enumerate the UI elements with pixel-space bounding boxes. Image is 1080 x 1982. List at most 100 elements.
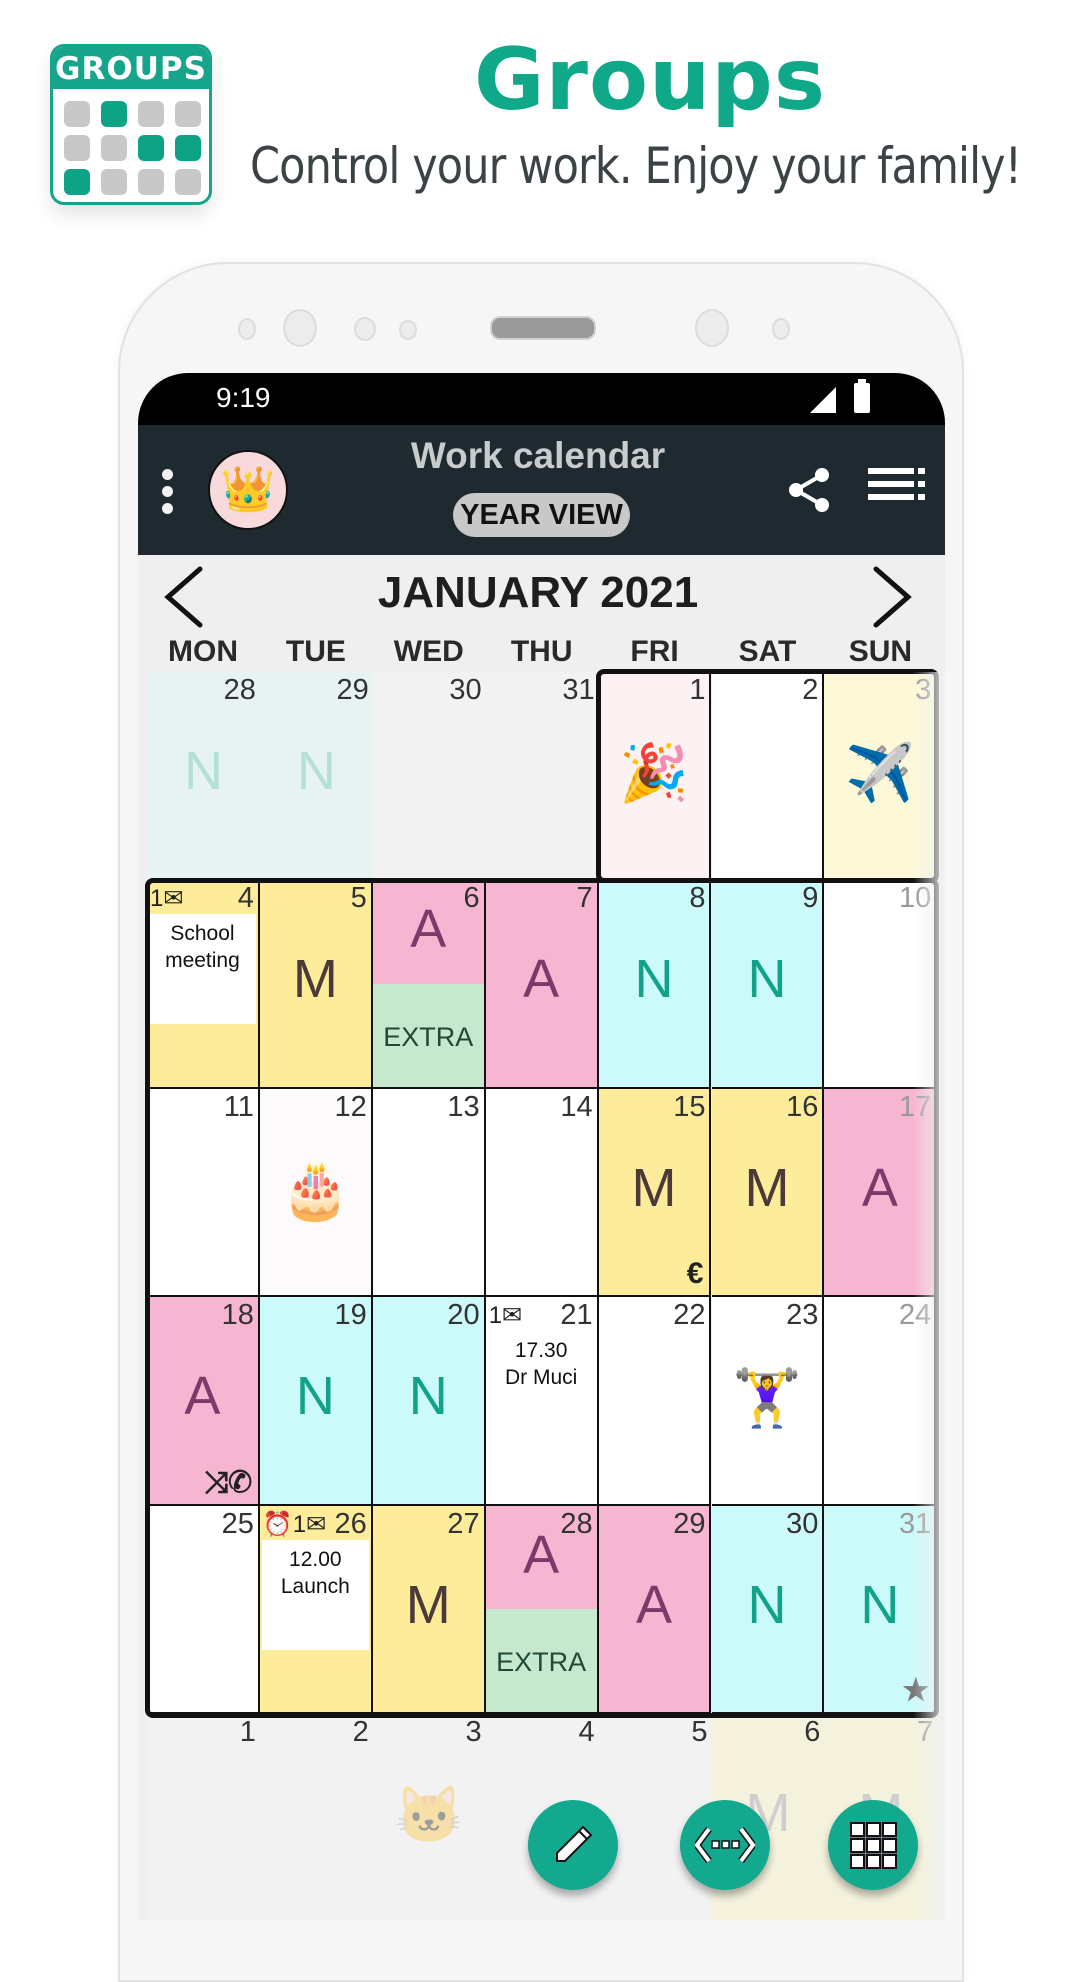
- day-number: 7: [576, 882, 593, 915]
- day-cell[interactable]: N9: [711, 880, 825, 1089]
- day-number: 12: [334, 1090, 367, 1123]
- party-popper-icon: 🎉: [619, 741, 689, 804]
- grid-icon: [850, 1822, 897, 1869]
- next-month-icon[interactable]: [870, 565, 914, 629]
- birthday-cake-icon: 🎂: [280, 1157, 351, 1221]
- shift-label: N: [747, 1574, 787, 1635]
- weightlifter-icon: 🏋️‍♀️: [732, 1366, 802, 1430]
- app-bar: 👑 Work calendar YEAR VIEW: [138, 425, 945, 555]
- day-cell[interactable]: N 19: [259, 1297, 373, 1506]
- day-cell[interactable]: 🎂 12: [259, 1088, 373, 1298]
- day-cell[interactable]: N 28: [147, 672, 260, 881]
- shift-label: M: [744, 1157, 790, 1218]
- iris-camera-icon: [695, 309, 729, 347]
- shift-label: A: [523, 949, 560, 1010]
- day-number: 24: [899, 1299, 932, 1332]
- day-cell[interactable]: N 29: [259, 672, 373, 881]
- weekday-header: FRI: [630, 635, 679, 668]
- day-cell[interactable]: 24: [824, 1297, 938, 1506]
- day-cell[interactable]: N 30: [711, 1505, 825, 1714]
- day-cell[interactable]: 🎉 1: [598, 672, 712, 881]
- day-cell[interactable]: EXTRA A 28: [485, 1505, 599, 1714]
- day-cell[interactable]: N ★ 31: [824, 1505, 938, 1714]
- day-cell[interactable]: A ⤨✆ 18: [147, 1297, 260, 1506]
- overflow-menu-icon[interactable]: [162, 469, 174, 520]
- day-cell[interactable]: M5: [259, 880, 373, 1089]
- grid-view-fab[interactable]: [828, 1800, 918, 1890]
- day-cell[interactable]: 12.00 Launch ⏰1✉ 26: [259, 1505, 373, 1714]
- logo-cell: [138, 169, 164, 195]
- shift-label: A: [184, 1366, 221, 1427]
- day-cell[interactable]: 13: [372, 1088, 486, 1298]
- event-count-badge: ⏰1✉: [262, 1510, 327, 1538]
- day-number: 28: [560, 1507, 593, 1540]
- day-cell[interactable]: 🏋️‍♀️ 23: [711, 1297, 825, 1506]
- shift-label: N: [860, 1574, 900, 1635]
- day-cell[interactable]: M 27: [372, 1505, 486, 1714]
- day-cell[interactable]: M 16: [711, 1088, 825, 1298]
- day-cell[interactable]: A7: [485, 880, 599, 1089]
- promo-title: Groups: [473, 30, 827, 130]
- day-number: 28: [223, 674, 256, 706]
- day-number: 20: [447, 1299, 480, 1332]
- signal-icon: [810, 387, 836, 413]
- day-cell[interactable]: 14: [485, 1088, 599, 1298]
- event-note[interactable]: 17.30 Dr Muci: [486, 1337, 597, 1391]
- day-cell[interactable]: ✈️ 3: [824, 672, 938, 881]
- extra-shift-block: EXTRA: [485, 1608, 597, 1712]
- day-number: 31: [899, 1507, 932, 1540]
- share-icon[interactable]: [784, 465, 834, 515]
- logo-cell: [101, 101, 127, 127]
- logo-calendar-icon: [53, 89, 209, 195]
- status-bar: 9:19: [138, 373, 945, 425]
- day-cell[interactable]: 2: [711, 672, 825, 881]
- shift-label: N: [747, 949, 787, 1010]
- day-cell[interactable]: 25: [147, 1505, 260, 1714]
- logo-cell: [64, 101, 90, 127]
- shift-label: N: [408, 1366, 448, 1427]
- day-cell[interactable]: M €15: [598, 1088, 712, 1298]
- previous-month-icon[interactable]: [162, 565, 206, 629]
- calendar-title[interactable]: Work calendar: [338, 435, 738, 477]
- shift-label: N: [296, 741, 336, 801]
- event-note[interactable]: School meeting: [149, 914, 256, 1025]
- weekday-header: MON: [168, 635, 238, 668]
- day-number: 29: [336, 674, 369, 706]
- day-cell[interactable]: School meeting 1✉ 4: [147, 880, 260, 1089]
- day-cell[interactable]: 31: [485, 672, 599, 881]
- day-cell[interactable]: 2: [259, 1714, 373, 1920]
- year-view-button[interactable]: YEAR VIEW: [453, 493, 630, 537]
- day-cell[interactable]: 11: [147, 1088, 260, 1298]
- day-cell[interactable]: 🐱 3: [372, 1714, 486, 1920]
- day-cell[interactable]: N 20: [372, 1297, 486, 1506]
- day-cell[interactable]: 1: [147, 1714, 260, 1920]
- groups-logo: GROUPS: [50, 44, 212, 205]
- day-cell[interactable]: 22: [598, 1297, 712, 1506]
- day-cell[interactable]: A 29: [598, 1505, 712, 1714]
- sensor-icon: [399, 320, 417, 340]
- edit-fab[interactable]: [528, 1800, 618, 1890]
- day-number: 21: [560, 1299, 593, 1332]
- day-cell[interactable]: N8: [598, 880, 712, 1089]
- shift-label: A: [636, 1574, 673, 1635]
- airplane-icon: ✈️: [844, 741, 915, 804]
- range-fab[interactable]: [680, 1800, 770, 1890]
- list-menu-icon[interactable]: [868, 468, 925, 507]
- day-cell[interactable]: 30: [372, 672, 486, 881]
- day-number: 2: [802, 674, 819, 706]
- event-note[interactable]: 12.00 Launch: [261, 1539, 369, 1650]
- crown-avatar-icon[interactable]: 👑: [208, 450, 288, 530]
- logo-cell: [138, 135, 164, 161]
- shift-label: M: [405, 1574, 451, 1635]
- day-number: 11: [223, 1090, 254, 1123]
- weekday-header: TUE: [285, 635, 346, 668]
- sensor-icon: [354, 317, 376, 341]
- day-number: 9: [802, 882, 819, 915]
- sensor-icon: [772, 318, 790, 340]
- day-number: 1: [239, 1716, 256, 1748]
- day-cell[interactable]: A 17: [824, 1088, 938, 1298]
- day-cell[interactable]: EXTRA A 6: [372, 880, 486, 1089]
- day-cell[interactable]: 10: [824, 880, 938, 1089]
- day-number: 30: [786, 1507, 819, 1540]
- day-cell[interactable]: 17.30 Dr Muci 1✉ 21: [485, 1297, 599, 1506]
